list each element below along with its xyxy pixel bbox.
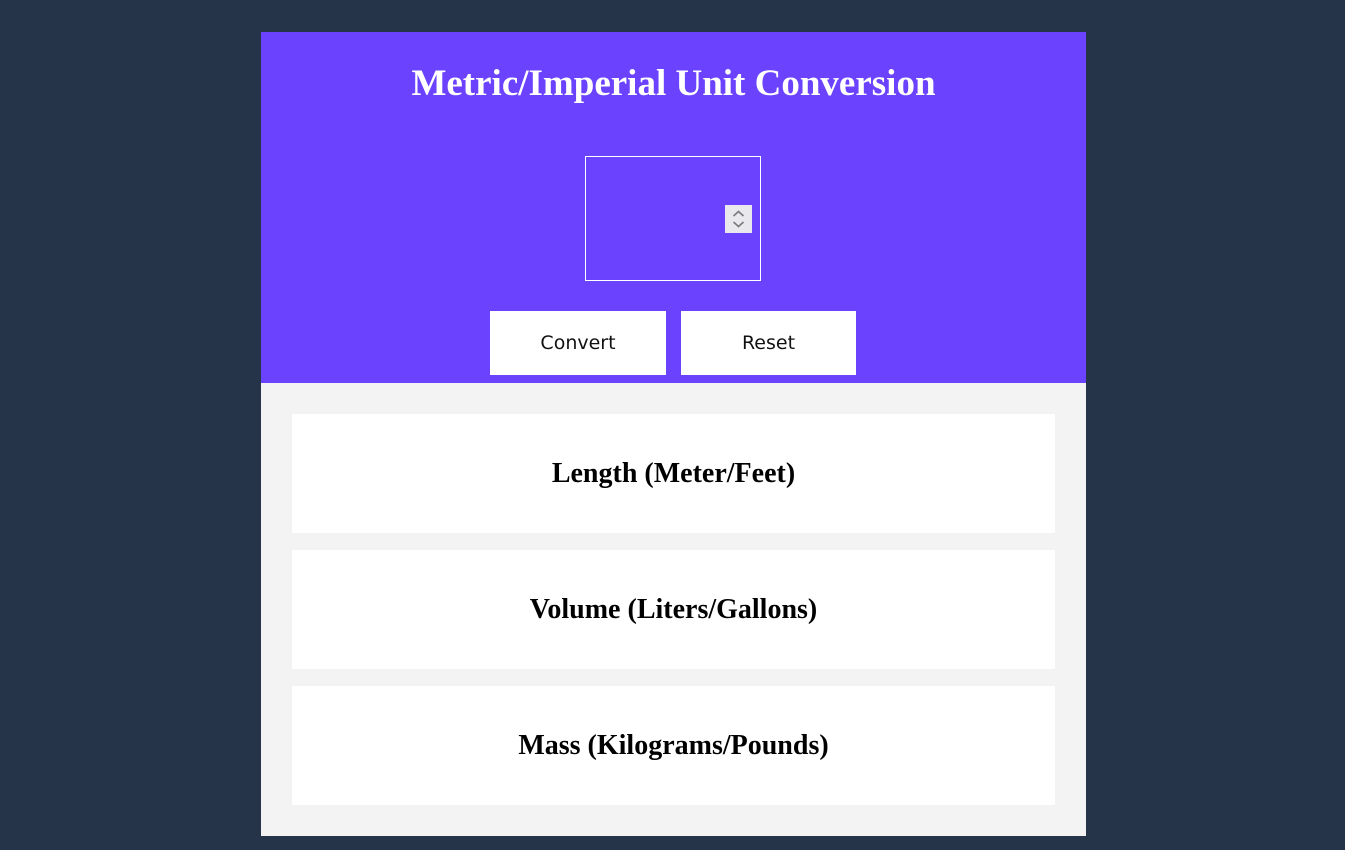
chevron-down-icon[interactable] bbox=[732, 221, 745, 228]
number-spinner[interactable] bbox=[725, 205, 752, 233]
mass-result-card: Mass (Kilograms/Pounds) bbox=[292, 686, 1055, 805]
page-title: Metric/Imperial Unit Conversion bbox=[411, 63, 936, 104]
mass-result-title: Mass (Kilograms/Pounds) bbox=[518, 730, 829, 761]
convert-button[interactable]: Convert bbox=[490, 311, 666, 375]
length-result-title: Length (Meter/Feet) bbox=[551, 458, 796, 489]
chevron-up-icon[interactable] bbox=[732, 210, 745, 217]
hero-panel: Metric/Imperial Unit Conversion Convert … bbox=[261, 32, 1086, 383]
chevron-up-down-icon bbox=[732, 210, 745, 228]
reset-button[interactable]: Reset bbox=[681, 311, 856, 375]
volume-result-card: Volume (Liters/Gallons) bbox=[292, 550, 1055, 669]
length-result-card: Length (Meter/Feet) bbox=[292, 414, 1055, 533]
converter-app: Metric/Imperial Unit Conversion Convert … bbox=[261, 32, 1086, 836]
volume-result-title: Volume (Liters/Gallons) bbox=[529, 594, 818, 625]
number-input[interactable] bbox=[585, 156, 761, 281]
